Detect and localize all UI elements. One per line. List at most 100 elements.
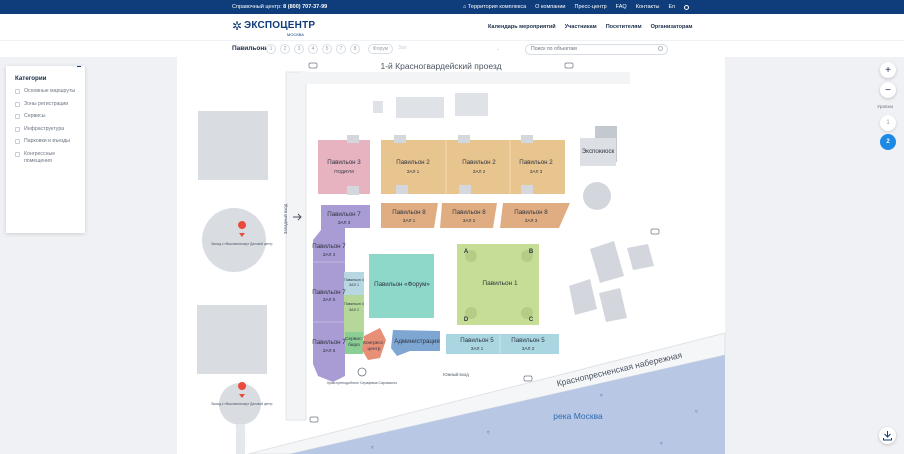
level-button-1[interactable]: 1 [880,115,896,131]
wave-icon: ≈ [695,409,698,415]
top-link-press[interactable]: Пресс-центр [575,4,607,10]
stair-block [347,186,359,195]
pavilion-1-label: Павильон 1 [482,280,518,287]
forum-button[interactable]: Форум [368,44,393,54]
pavilion-button-7[interactable]: 7 [336,44,346,54]
service-bureau-label-1: Сервис- [345,336,363,342]
category-item-infrastructure[interactable]: Инфраструктура [15,126,81,133]
pavilions-label: Павильоны [232,45,270,52]
congress-center-label-2: центр [368,347,381,352]
west-entrance-label: Западный вход [283,203,288,234]
top-link-contacts[interactable]: Контакты [636,4,660,10]
category-item-services[interactable]: Сервисы [15,113,81,120]
object-search-placeholder: Поиск по объектам [531,46,577,52]
map-canvas[interactable]: 1-й Красногвардейский проезд Краснопресн… [0,57,904,454]
zoom-out-button[interactable]: − [880,82,896,98]
zoom-in-button[interactable]: + [880,62,896,78]
venue-map[interactable]: 1-й Красногвардейский проезд Краснопресн… [0,57,904,454]
pavilion-button-2[interactable]: 2 [280,44,290,54]
pavilion-2-label: Павильон 2 [396,159,430,166]
object-search-input[interactable]: Поиск по объектам [525,44,668,55]
category-item-routes[interactable]: Основные маршруты [15,88,81,95]
metro-exit-label: Выход к «Выставочному» Деловой центр [212,402,273,406]
wave-icon: ≈ [371,445,374,451]
stair-block [347,135,359,143]
pavilion-2[interactable] [381,140,565,194]
category-item-registration[interactable]: Зоны регистрации [15,101,81,108]
pavilion-7-label: Павильон 7 [312,289,346,296]
pavilion-5-label: Павильон 5 [511,337,545,344]
checkbox[interactable] [15,114,20,119]
top-bar: Справочный центр: 8 (800) 707-37-99 ⌂ Те… [0,0,904,14]
stair-block [521,135,533,143]
building-block [396,97,444,118]
pavilion-3-label: Павильон 3 [327,159,361,166]
checkbox[interactable] [15,89,20,94]
administration-label: Администрация [394,338,439,345]
levels-label: Уровни [877,105,894,110]
logo[interactable]: ✲ ЭКСПОЦЕНТР МОСКВА [232,19,316,37]
pavilion-7-label: Павильон 7 [312,339,346,346]
download-button[interactable] [879,427,896,444]
chevron-down-icon: ⌄ [495,46,500,52]
pavilion-3[interactable] [318,140,370,194]
pavilion-button-8[interactable]: 8 [350,44,360,54]
pavilion-1-corner-d: D [464,317,469,323]
pavilion-2-hall-2-label: ЗАЛ 2 [473,169,486,174]
nav-exhibitors[interactable]: Участникам [565,24,597,30]
pavilion-button-3[interactable]: 3 [294,44,304,54]
pavilion-7-hall-6-label: ЗАЛ 6 [323,348,336,353]
nav-calendar[interactable]: Календарь мероприятий [488,24,556,30]
category-label: Основные маршруты [24,88,76,94]
pavilion-button-4[interactable]: 4 [308,44,318,54]
hall-select[interactable]: Зал ⌄ [398,45,500,54]
wave-icon: ≈ [660,441,663,447]
map-icon: ⌂ [463,4,467,10]
language-switch[interactable]: En [668,4,675,10]
pavilion-1-corner-a: A [464,249,469,255]
church-label: Храм преподобного Серафима Саровского [327,381,397,385]
road-west [285,71,307,421]
pavilion-5-hall-2-label: ЗАЛ 2 [522,346,535,351]
collapse-icon[interactable] [77,66,81,67]
top-link-territory[interactable]: ⌂ Территория комплекса [463,4,526,10]
checkbox[interactable] [15,151,20,157]
category-panel: Категории Основные маршруты Зоны регистр… [6,66,85,233]
pavilion-button-1[interactable]: 1 [266,44,276,54]
pavilion-3-hall-label: ПОДИУМ [334,169,354,174]
search-icon[interactable] [684,4,690,10]
south-entrance-label: Южный вход [443,372,469,377]
pavilion-2-label: Павильон 2 [462,159,496,166]
pavilion-4-label: Павильон 4 [344,278,363,282]
pavilion-2-hall-3-label: ЗАЛ 3 [530,169,543,174]
pavilion-1-corner-c: C [529,317,534,323]
top-link-faq[interactable]: FAQ [616,4,627,10]
stair-block [521,185,533,194]
category-item-congress[interactable]: Конгрессные помещения [15,151,81,165]
logo-name: ЭКСПОЦЕНТР [244,20,316,31]
pavilion-7-hall-4-label: ЗАЛ 4 [323,252,336,257]
pavilion-7-label: Павильон 7 [327,211,361,218]
search-icon [658,46,663,51]
pavilion-4-hall-2-label: ЗАЛ 2 [349,308,359,312]
pavilion-4-label: Павильон 4 [344,302,363,306]
nav-visitors[interactable]: Посетителям [606,24,642,30]
building-block [373,101,383,113]
nav-organizers[interactable]: Организаторам [651,24,693,30]
category-label: Парковки и въезды [24,138,71,144]
pavilion-5-label: Павильон 5 [460,337,494,344]
stair-block [396,185,408,194]
expokiosk-label: Экспокиоск [582,148,615,155]
category-label: Зоны регистрации [24,100,69,107]
building-block [197,305,267,374]
category-label: Сервисы [24,113,46,119]
pavilion-button-5[interactable]: 5 [322,44,332,54]
wave-icon: ≈ [600,393,603,399]
checkbox[interactable] [15,101,20,107]
category-item-parking[interactable]: Парковки и въезды [15,138,81,145]
help-phone-number[interactable]: 8 (800) 707-37-99 [283,4,327,10]
checkbox[interactable] [15,126,20,132]
checkbox[interactable] [15,139,20,144]
level-button-2[interactable]: 2 [880,134,896,150]
top-link-about[interactable]: О компании [535,4,565,10]
